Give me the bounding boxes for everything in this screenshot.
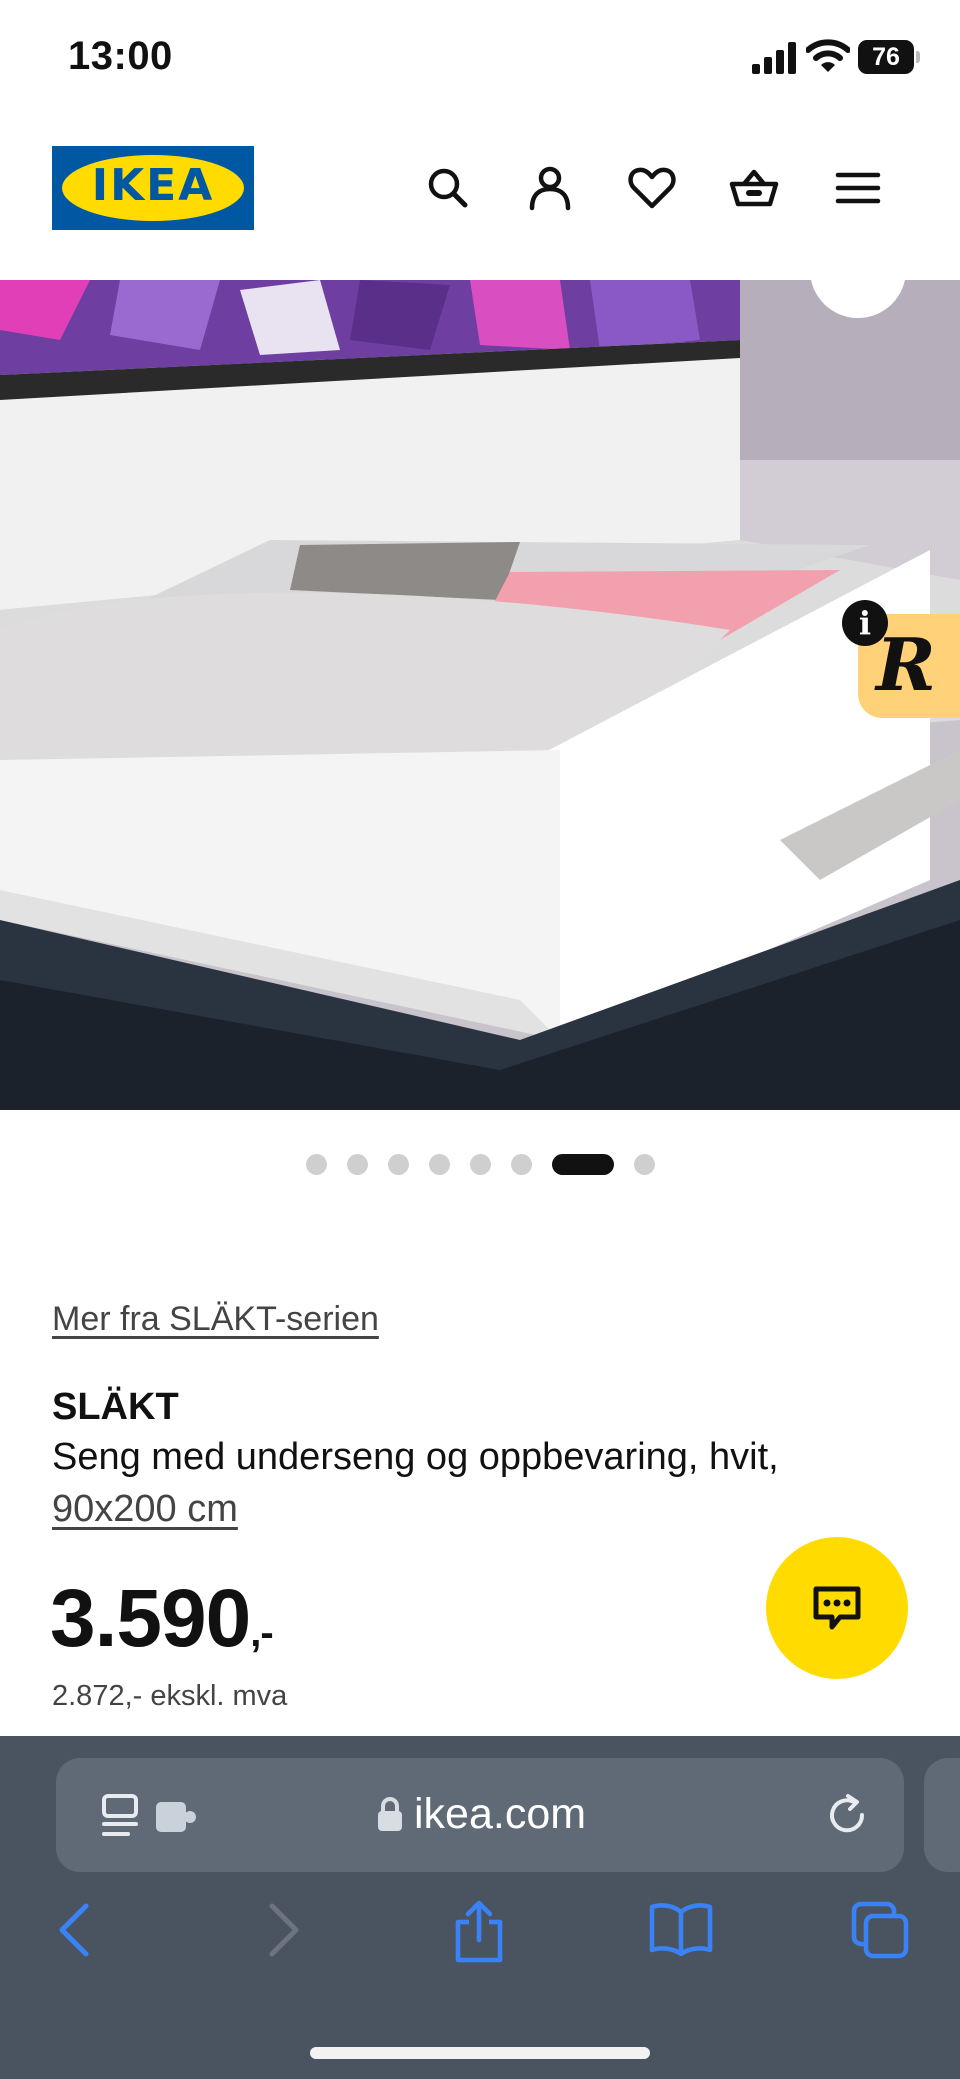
forward-icon[interactable]	[262, 1900, 306, 1965]
chat-button[interactable]	[766, 1537, 908, 1679]
battery-level: 76	[872, 43, 900, 71]
battery-icon: 76	[858, 40, 920, 74]
chat-icon	[813, 1586, 861, 1630]
carousel-dot[interactable]	[634, 1154, 655, 1175]
wifi-icon	[805, 38, 851, 79]
search-icon[interactable]	[420, 160, 476, 216]
carousel-dot[interactable]	[429, 1154, 450, 1175]
account-icon[interactable]	[522, 160, 578, 216]
back-icon[interactable]	[52, 1900, 96, 1965]
product-price: 3.590,-	[50, 1572, 274, 1666]
extension-icon	[156, 1802, 186, 1832]
cellular-signal-icon	[752, 42, 798, 79]
address-bar[interactable]: ikea.com	[56, 1758, 904, 1872]
product-name: SLÄKT	[52, 1386, 179, 1428]
heart-icon[interactable]	[624, 160, 680, 216]
site-header: IKEA	[0, 120, 960, 280]
reload-icon[interactable]	[824, 1792, 870, 1843]
tabs-icon[interactable]	[850, 1900, 912, 1965]
bookmarks-icon[interactable]	[648, 1900, 714, 1961]
status-time: 13:00	[68, 34, 173, 78]
carousel-dot[interactable]	[306, 1154, 327, 1175]
price-ex-vat: 2.872,- ekskl. mva	[52, 1680, 288, 1712]
price-suffix: ,-	[250, 1611, 273, 1655]
browser-toolbar: ikea.com	[0, 1736, 960, 2079]
lock-icon	[376, 1796, 404, 1837]
ikea-logo[interactable]: IKEA	[52, 146, 254, 230]
next-tab-peek[interactable]	[924, 1758, 960, 1872]
series-link[interactable]: Mer fra SLÄKT-serien	[52, 1300, 379, 1339]
url-text[interactable]: ikea.com	[414, 1790, 586, 1839]
image-carousel-indicator	[0, 1150, 960, 1178]
product-image[interactable]: R i	[0, 280, 960, 1110]
status-bar: 13:00 76	[0, 0, 960, 120]
product-description: Seng med underseng og oppbevaring, hvit,	[52, 1436, 779, 1478]
carousel-dot[interactable]	[388, 1154, 409, 1175]
menu-icon[interactable]	[830, 160, 886, 216]
share-icon[interactable]	[452, 1900, 506, 1969]
carousel-dot[interactable]	[470, 1154, 491, 1175]
carousel-dot-active[interactable]	[552, 1154, 614, 1175]
home-indicator[interactable]	[310, 2047, 650, 2059]
info-icon[interactable]: i	[842, 600, 888, 646]
carousel-dot[interactable]	[511, 1154, 532, 1175]
carousel-dot[interactable]	[347, 1154, 368, 1175]
reader-icon[interactable]	[100, 1792, 200, 1845]
product-size-link[interactable]: 90x200 cm	[52, 1488, 238, 1531]
basket-icon[interactable]	[726, 160, 782, 216]
price-amount: 3.590	[50, 1573, 251, 1664]
